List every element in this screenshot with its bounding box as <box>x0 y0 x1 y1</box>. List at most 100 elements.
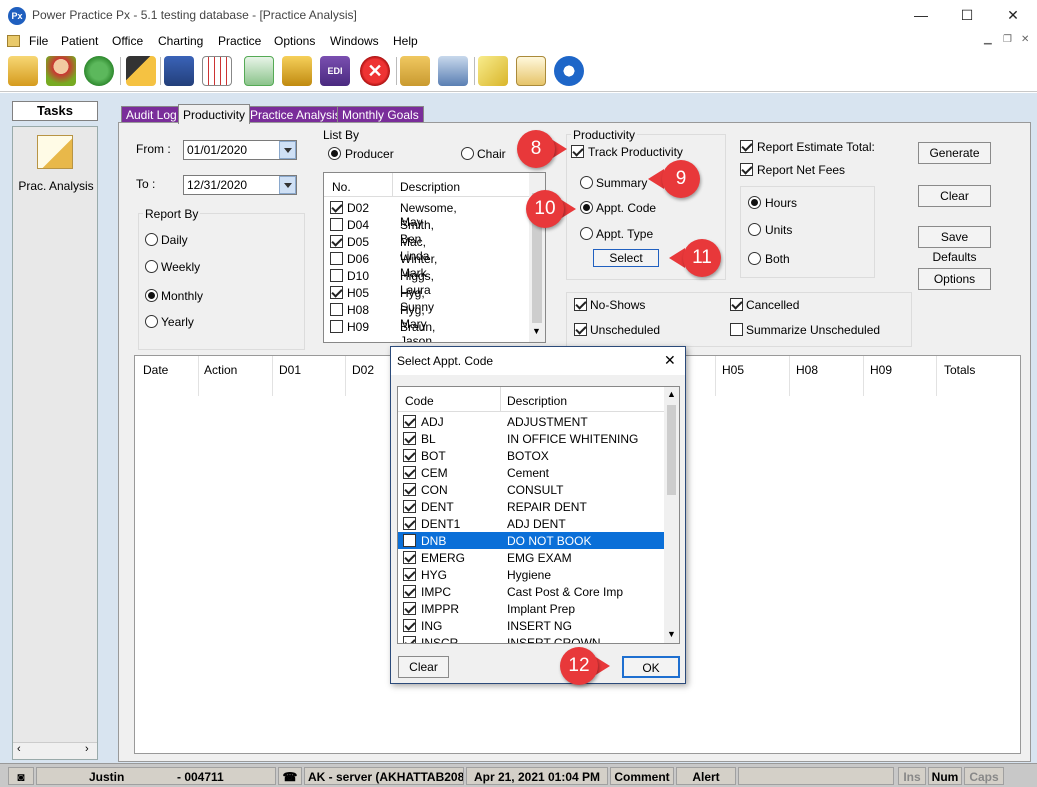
row-checkbox[interactable] <box>403 585 416 598</box>
info-icon[interactable] <box>554 56 584 86</box>
row-checkbox[interactable] <box>403 636 416 643</box>
gift-box-icon[interactable] <box>282 56 312 86</box>
list-item[interactable]: BOT BOTOX <box>398 447 664 464</box>
list-item[interactable]: ING INSERT NG <box>398 617 664 634</box>
clear-button[interactable]: Clear <box>918 185 991 207</box>
list-item[interactable]: DENT1 ADJ DENT <box>398 515 664 532</box>
chair-radio[interactable] <box>461 147 474 160</box>
row-checkbox[interactable] <box>403 483 416 496</box>
menu-practice[interactable]: Practice <box>218 34 261 48</box>
dialog-clear-button[interactable]: Clear <box>398 656 449 678</box>
list-item[interactable]: DENT REPAIR DENT <box>398 498 664 515</box>
menu-patient[interactable]: Patient <box>61 34 98 48</box>
task-prac-analysis[interactable]: Prac. Analysis <box>12 179 100 193</box>
mdi-restore-icon[interactable]: ❐ <box>1003 34 1012 45</box>
summary-radio[interactable] <box>580 176 593 189</box>
clipboard-icon[interactable] <box>400 56 430 86</box>
report-net-fees-checkbox[interactable] <box>740 163 753 176</box>
list-item[interactable]: CON CONSULT <box>398 481 664 498</box>
list-item[interactable]: HYG Hygiene <box>398 566 664 583</box>
yearly-radio[interactable] <box>145 315 158 328</box>
scroll-right-icon[interactable]: › <box>85 743 89 755</box>
track-productivity-checkbox[interactable] <box>571 145 584 158</box>
tasks-horizontal-scrollbar[interactable]: ‹ › <box>13 742 97 759</box>
notes-icon[interactable] <box>478 56 508 86</box>
units-radio[interactable] <box>748 223 761 236</box>
menu-file[interactable]: File <box>29 34 48 48</box>
list-item[interactable]: EMERG EMG EXAM <box>398 549 664 566</box>
dialog-close-icon[interactable]: ✕ <box>664 352 676 369</box>
maximize-button[interactable]: ☐ <box>944 0 990 31</box>
list-item[interactable]: IMPC Cast Post & Core Imp <box>398 583 664 600</box>
row-checkbox[interactable] <box>403 500 416 513</box>
status-alert[interactable]: Alert <box>676 767 736 785</box>
list-item[interactable]: IMPPR Implant Prep <box>398 600 664 617</box>
patient-icon[interactable] <box>46 56 76 86</box>
appt-code-scrollbar[interactable]: ▲ ▼ <box>664 387 679 643</box>
weekly-radio[interactable] <box>145 260 158 273</box>
no-shows-checkbox[interactable] <box>574 298 587 311</box>
menu-options[interactable]: Options <box>274 34 315 48</box>
list-item-selected[interactable]: DNB DO NOT BOOK <box>398 532 664 549</box>
appt-type-radio[interactable] <box>580 227 593 240</box>
menu-office[interactable]: Office <box>112 34 143 48</box>
row-checkbox[interactable] <box>330 201 343 214</box>
unscheduled-checkbox[interactable] <box>574 323 587 336</box>
producer-radio[interactable] <box>328 147 341 160</box>
cancelled-checkbox[interactable] <box>730 298 743 311</box>
scroll-thumb[interactable] <box>667 405 676 495</box>
row-checkbox[interactable] <box>330 286 343 299</box>
calendar-icon[interactable] <box>202 56 232 86</box>
report-estimate-total-checkbox[interactable] <box>740 140 753 153</box>
edit-document-icon[interactable] <box>516 56 546 86</box>
tab-audit-log[interactable]: Audit Log <box>121 106 182 123</box>
select-button[interactable]: Select <box>593 249 659 267</box>
from-dropdown-icon[interactable] <box>279 141 296 159</box>
row-checkbox[interactable] <box>330 269 343 282</box>
stop-icon[interactable]: ✕ <box>360 56 390 86</box>
money-icon[interactable] <box>84 56 114 86</box>
mdi-close-icon[interactable]: ✕ <box>1021 34 1029 45</box>
monthly-radio[interactable] <box>145 289 158 302</box>
both-radio[interactable] <box>748 252 761 265</box>
status-comment[interactable]: Comment <box>610 767 674 785</box>
row-checkbox[interactable] <box>403 568 416 581</box>
book-icon[interactable] <box>164 56 194 86</box>
to-dropdown-icon[interactable] <box>279 176 296 194</box>
row-checkbox[interactable] <box>403 432 416 445</box>
tab-monthly-goals[interactable]: Monthly Goals <box>337 106 424 123</box>
menu-charting[interactable]: Charting <box>158 34 203 48</box>
row-checkbox[interactable] <box>330 320 343 333</box>
edi-icon[interactable]: EDI <box>320 56 350 86</box>
camera-icon[interactable]: ◙ <box>8 767 34 785</box>
list-item[interactable]: INSCR INSERT CROWN <box>398 634 664 643</box>
row-checkbox[interactable] <box>330 218 343 231</box>
mdi-minimize-icon[interactable]: ▁ <box>984 34 992 45</box>
bottle-icon[interactable] <box>438 56 468 86</box>
row-checkbox[interactable] <box>330 235 343 248</box>
menu-help[interactable]: Help <box>393 34 418 48</box>
row-checkbox[interactable] <box>403 602 416 615</box>
row-checkbox[interactable] <box>403 415 416 428</box>
row-checkbox[interactable] <box>403 517 416 530</box>
row-checkbox[interactable] <box>403 466 416 479</box>
tab-productivity[interactable]: Productivity <box>178 104 251 124</box>
appt-code-radio[interactable] <box>580 201 593 214</box>
ok-button[interactable]: OK <box>622 656 680 678</box>
practice-analysis-icon[interactable] <box>37 135 73 169</box>
daily-radio[interactable] <box>145 233 158 246</box>
scroll-down-icon[interactable]: ▼ <box>532 326 541 336</box>
row-checkbox[interactable] <box>330 303 343 316</box>
row-checkbox[interactable] <box>403 449 416 462</box>
open-folder-icon[interactable] <box>8 56 38 86</box>
options-button[interactable]: Options <box>918 268 991 290</box>
summarize-unscheduled-checkbox[interactable] <box>730 323 743 336</box>
hours-radio[interactable] <box>748 196 761 209</box>
row-checkbox[interactable] <box>403 534 416 547</box>
menu-windows[interactable]: Windows <box>330 34 379 48</box>
list-item[interactable]: BL IN OFFICE WHITENING <box>398 430 664 447</box>
generate-button[interactable]: Generate <box>918 142 991 164</box>
scroll-left-icon[interactable]: ‹ <box>17 743 21 755</box>
scroll-down-icon[interactable]: ▼ <box>667 629 676 639</box>
tab-practice-analysis[interactable]: Practice Analysis <box>245 106 346 123</box>
